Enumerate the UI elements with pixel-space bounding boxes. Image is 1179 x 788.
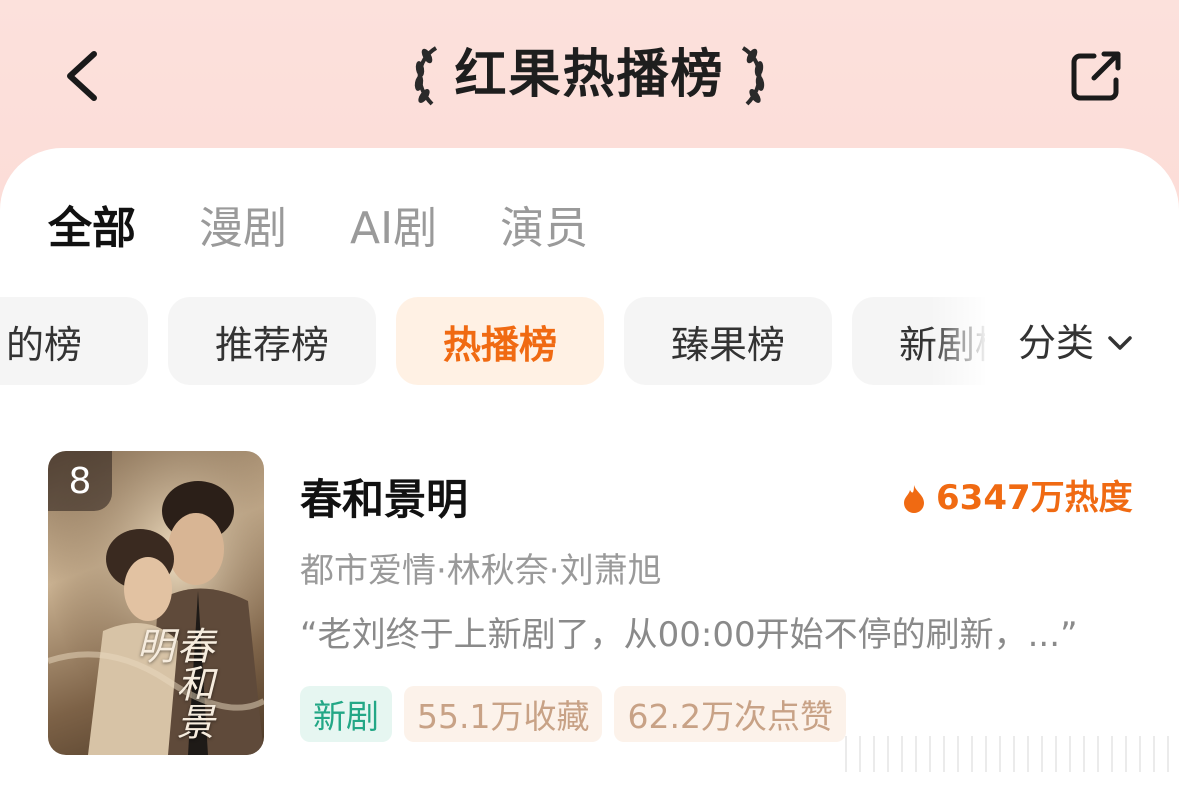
rank-badge: 8 bbox=[48, 451, 112, 511]
tag-new: 新剧 bbox=[300, 686, 392, 742]
chip-ranking-partial[interactable]: 的榜 bbox=[0, 297, 148, 385]
tab-comic[interactable]: 漫剧 bbox=[199, 200, 287, 258]
share-button[interactable] bbox=[1068, 50, 1124, 104]
drama-comment: “老刘终于上新剧了，从00:00开始不停的刷新，...” bbox=[300, 615, 1078, 655]
category-label: 分类 bbox=[1018, 321, 1095, 365]
chevron-down-icon bbox=[1108, 336, 1132, 350]
page-title: 红果热播榜 bbox=[454, 45, 725, 105]
category-tabs: 全部 漫剧 AI剧 演员 bbox=[48, 200, 588, 258]
tag-favorites: 55.1万收藏 bbox=[404, 686, 603, 742]
heat-indicator: 6347万热度 bbox=[902, 475, 1133, 521]
poster-title-text: 春和景明 bbox=[130, 626, 214, 740]
heat-value: 6347万热度 bbox=[936, 478, 1133, 518]
drama-poster[interactable]: 8 春和景明 bbox=[48, 451, 264, 755]
chip-recommend[interactable]: 推荐榜 bbox=[168, 297, 376, 385]
tab-actors[interactable]: 演员 bbox=[500, 200, 588, 258]
category-dropdown[interactable]: 分类 bbox=[1018, 318, 1134, 368]
share-icon bbox=[1071, 51, 1121, 101]
watermark bbox=[845, 736, 1175, 772]
chip-premium[interactable]: 臻果榜 bbox=[624, 297, 832, 385]
tag-likes: 62.2万次点赞 bbox=[614, 686, 846, 742]
chip-hot[interactable]: 热播榜 bbox=[396, 297, 604, 385]
drama-meta: 都市爱情·林秋奈·刘萧旭 bbox=[300, 551, 662, 591]
title-group: 红果热播榜 bbox=[0, 42, 1179, 108]
chips-fade bbox=[930, 297, 990, 385]
flame-icon bbox=[904, 485, 924, 513]
drama-tags: 新剧 55.1万收藏 62.2万次点赞 bbox=[300, 686, 846, 742]
laurel-left-icon bbox=[415, 46, 438, 106]
ranking-chips: 的榜 推荐榜 热播榜 臻果榜 新剧榜 bbox=[0, 297, 985, 385]
laurel-right-icon bbox=[741, 46, 764, 106]
tab-ai[interactable]: AI剧 bbox=[350, 200, 437, 258]
tab-all[interactable]: 全部 bbox=[48, 200, 136, 258]
drama-title[interactable]: 春和景明 bbox=[300, 472, 468, 528]
header: 红果热播榜 bbox=[0, 0, 1179, 150]
